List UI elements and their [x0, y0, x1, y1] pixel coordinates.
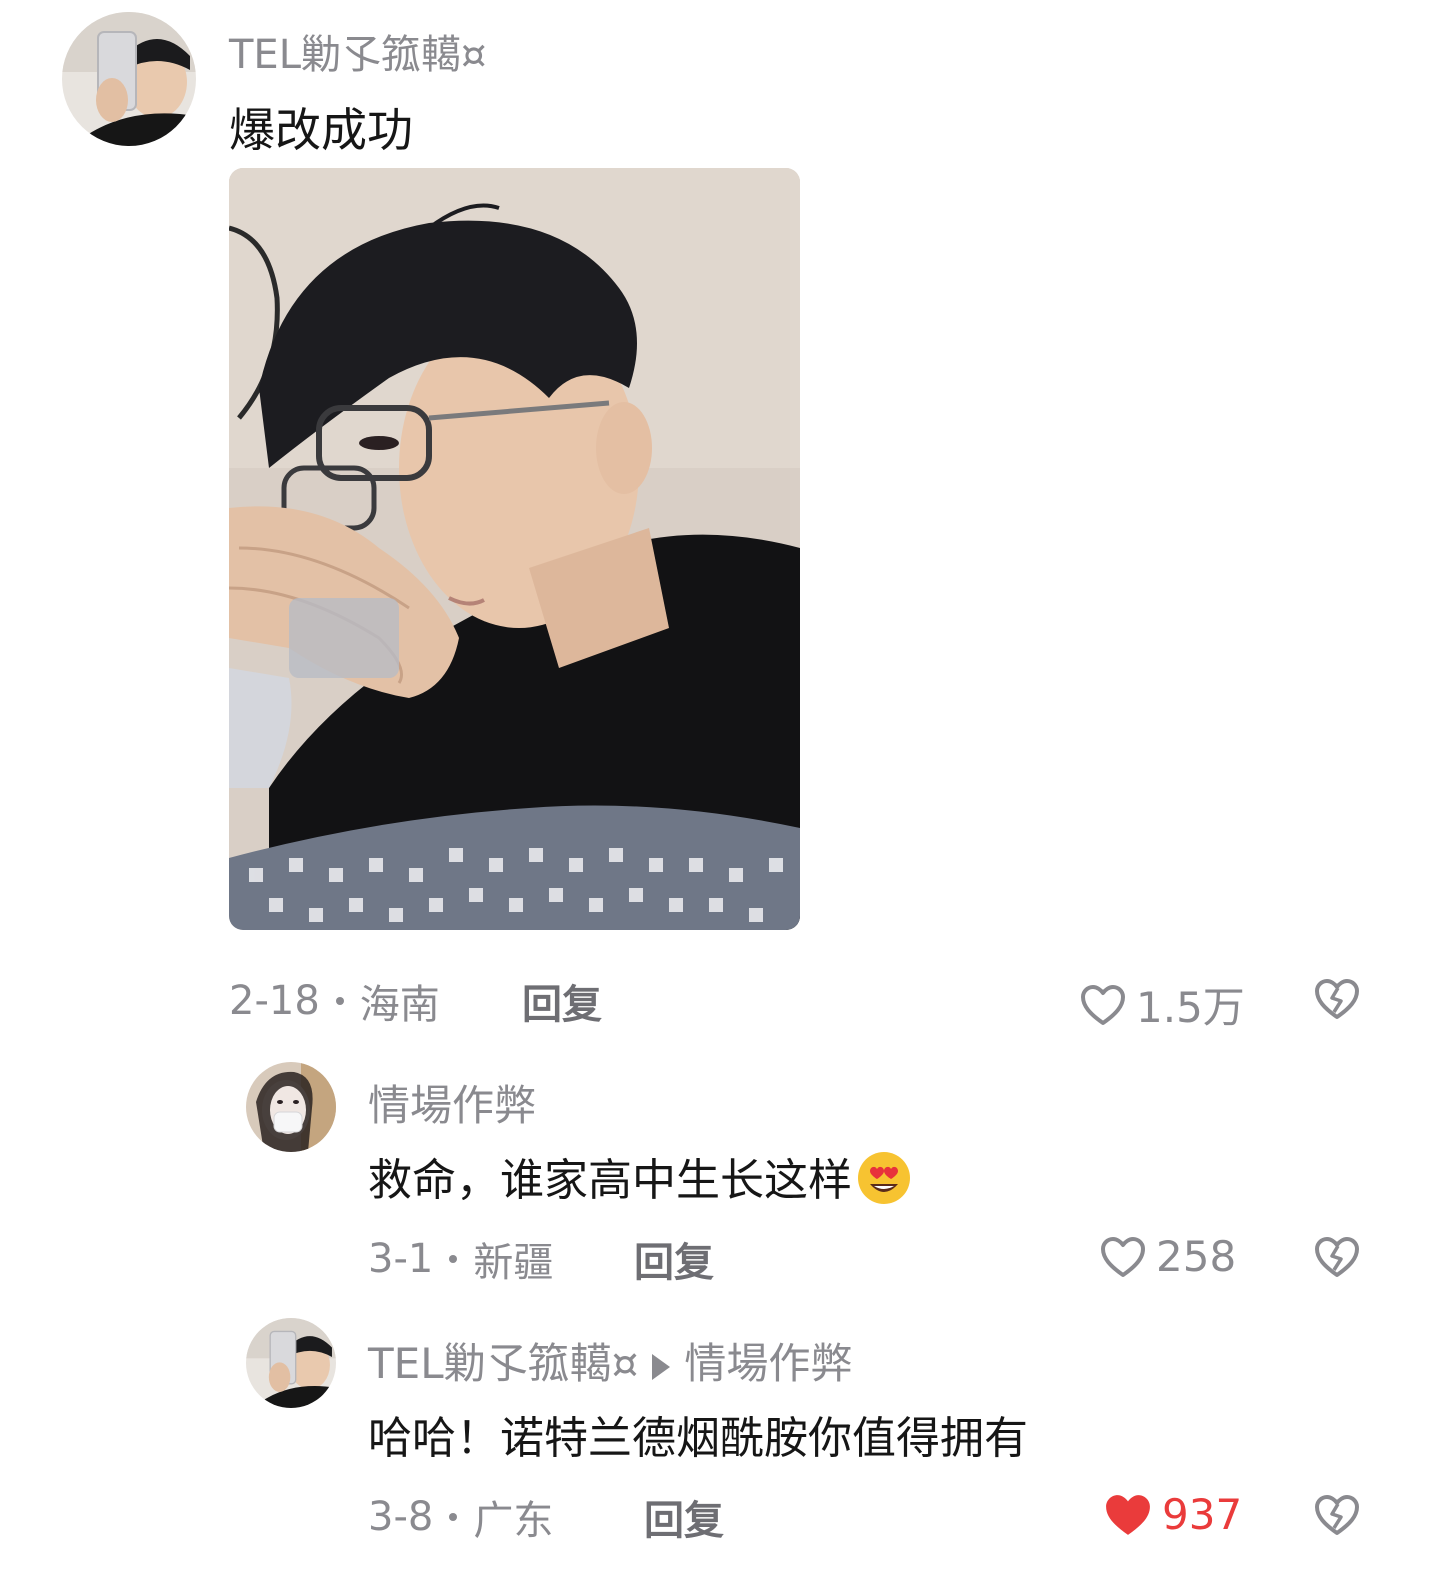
comment-username[interactable]: TEL勦孓箛轕¤ [229, 22, 486, 80]
comment-date: 3-8 [368, 1494, 434, 1540]
comment-text: 哈哈！诺特兰德烟酰胺你值得拥有 [368, 1413, 1028, 1464]
heart-eyes-emoji [856, 1150, 912, 1217]
reply-button[interactable]: 回复 [522, 972, 602, 1030]
comment-date: 3-1 [368, 1236, 434, 1282]
separator-dot [449, 1513, 458, 1521]
separator-dot [335, 997, 344, 1005]
comment-photo[interactable] [229, 168, 800, 930]
comment-username-line: TEL勦孓箛轕¤ 情場作弊 [368, 1330, 852, 1391]
comment-text: 救命，谁家高中生长这样 [368, 1144, 912, 1217]
heart-outline-icon [1081, 984, 1125, 1025]
like-button[interactable]: 1.5万 [1080, 974, 1245, 1035]
dislike-button[interactable] [1314, 1494, 1360, 1540]
broken-heart-icon [1315, 979, 1359, 1019]
comment-username[interactable]: TEL勦孓箛轕¤ [368, 1339, 638, 1388]
dislike-button[interactable] [1314, 978, 1360, 1024]
like-count: 1.5万 [1136, 983, 1245, 1032]
like-button-active[interactable]: 937 [1104, 1490, 1242, 1539]
heart-outline-icon [1101, 1236, 1145, 1277]
triangle-right-icon [652, 1353, 671, 1380]
comment-meta: 3-1 新疆 [368, 1230, 553, 1288]
comment-text: 爆改成功 [229, 103, 413, 157]
comment-date: 2-18 [229, 978, 320, 1024]
comment-location: 广东 [473, 1498, 554, 1544]
avatar-user-tel[interactable] [62, 12, 196, 146]
reply-button[interactable]: 回复 [644, 1488, 724, 1546]
like-button[interactable]: 258 [1100, 1232, 1236, 1281]
reply-to-username[interactable]: 情場作弊 [684, 1339, 852, 1388]
comment-location: 海南 [359, 982, 440, 1028]
comment-meta: 2-18 海南 [229, 972, 440, 1030]
broken-heart-icon [1315, 1237, 1359, 1277]
comment-text-body: 救命，谁家高中生长这样 [368, 1155, 852, 1206]
comment-meta: 3-8 广东 [368, 1488, 553, 1546]
like-count: 258 [1156, 1232, 1237, 1281]
separator-dot [449, 1255, 458, 1263]
like-count: 937 [1162, 1490, 1243, 1539]
reply-button[interactable]: 回复 [634, 1230, 714, 1288]
heart-eyes-icon [858, 1151, 910, 1204]
comment-location: 新疆 [473, 1240, 554, 1286]
heart-filled-icon [1106, 1494, 1150, 1535]
dislike-button[interactable] [1314, 1236, 1360, 1282]
broken-heart-icon [1315, 1495, 1359, 1535]
avatar-user-tel[interactable] [246, 1318, 336, 1408]
comment-username[interactable]: 情場作弊 [368, 1072, 536, 1133]
avatar-user-qingchang[interactable] [246, 1062, 336, 1152]
